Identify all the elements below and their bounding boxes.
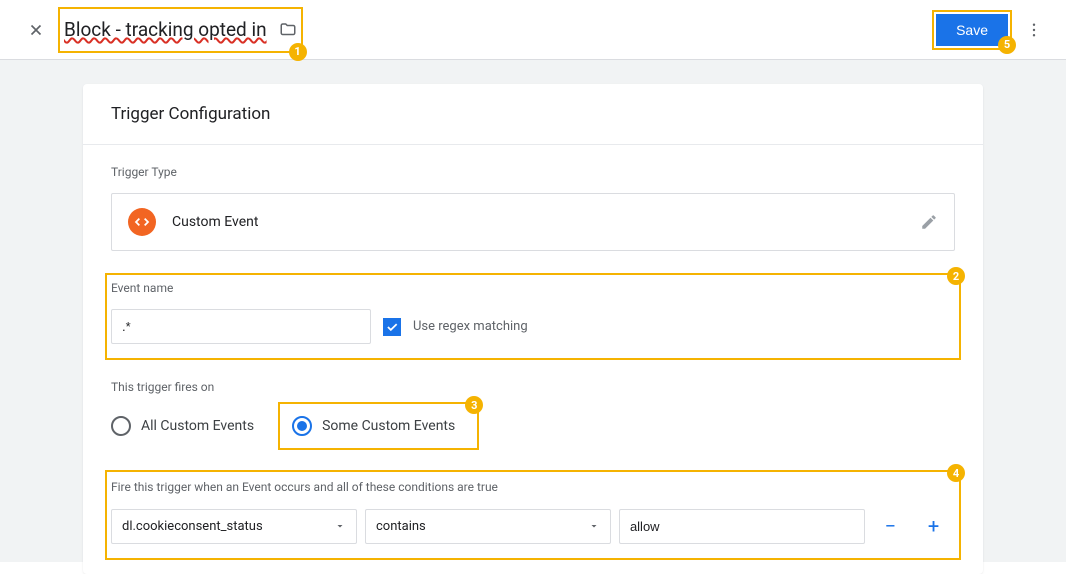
conditions-section: 4 Fire this trigger when an Event occurs…: [83, 458, 983, 554]
fires-on-label: This trigger fires on: [111, 380, 955, 394]
chevron-down-icon: [334, 520, 346, 532]
edit-icon[interactable]: [920, 213, 938, 231]
annotation-badge-4: 4: [947, 464, 965, 482]
annotation-badge-3: 3: [465, 396, 483, 414]
more-menu-icon[interactable]: [1014, 10, 1054, 50]
radio-some-events[interactable]: Some Custom Events: [292, 410, 465, 442]
radio-icon-selected: [292, 416, 312, 436]
annotation-box-1: [58, 7, 303, 53]
radio-some-label: Some Custom Events: [322, 418, 455, 434]
trigger-config-card: Trigger Configuration Trigger Type Custo…: [83, 84, 983, 574]
save-container: Save 5: [936, 14, 1008, 46]
radio-all-events[interactable]: All Custom Events: [111, 410, 264, 442]
regex-label: Use regex matching: [413, 319, 528, 334]
condition-variable-value: dl.cookieconsent_status: [122, 519, 263, 534]
page-body: Trigger Configuration Trigger Type Custo…: [0, 60, 1066, 562]
condition-variable-select[interactable]: dl.cookieconsent_status: [111, 509, 357, 544]
event-name-input[interactable]: [111, 309, 371, 344]
chevron-down-icon: [588, 520, 600, 532]
card-heading: Trigger Configuration: [83, 84, 983, 145]
add-condition-button[interactable]: +: [916, 508, 951, 544]
trigger-type-section: Trigger Type Custom Event: [83, 145, 983, 251]
trigger-title-container[interactable]: Block - tracking opted in 1: [64, 9, 297, 51]
radio-all-label: All Custom Events: [141, 418, 254, 434]
condition-value-input[interactable]: [619, 509, 865, 544]
fires-on-section: This trigger fires on All Custom Events …: [83, 354, 983, 444]
dialog-header: Block - tracking opted in 1 Save 5: [0, 0, 1066, 60]
condition-label: Fire this trigger when an Event occurs a…: [111, 480, 951, 494]
annotation-badge-2: 2: [947, 267, 965, 285]
custom-event-icon: [128, 208, 156, 236]
event-name-label: Event name: [111, 281, 951, 295]
condition-operator-value: contains: [376, 519, 426, 534]
save-button[interactable]: Save: [936, 14, 1008, 46]
annotation-badge-1: 1: [289, 43, 307, 61]
trigger-type-name: Custom Event: [172, 214, 258, 230]
condition-row: dl.cookieconsent_status contains − +: [111, 508, 951, 544]
trigger-type-label: Trigger Type: [111, 165, 955, 179]
regex-checkbox[interactable]: [383, 318, 401, 336]
annotation-badge-5: 5: [998, 36, 1016, 54]
event-name-section: 2 Event name Use regex matching: [83, 259, 983, 354]
radio-icon: [111, 416, 131, 436]
trigger-type-selector[interactable]: Custom Event: [111, 193, 955, 251]
close-icon[interactable]: [12, 6, 60, 54]
remove-condition-button[interactable]: −: [873, 508, 908, 544]
condition-operator-select[interactable]: contains: [365, 509, 611, 544]
